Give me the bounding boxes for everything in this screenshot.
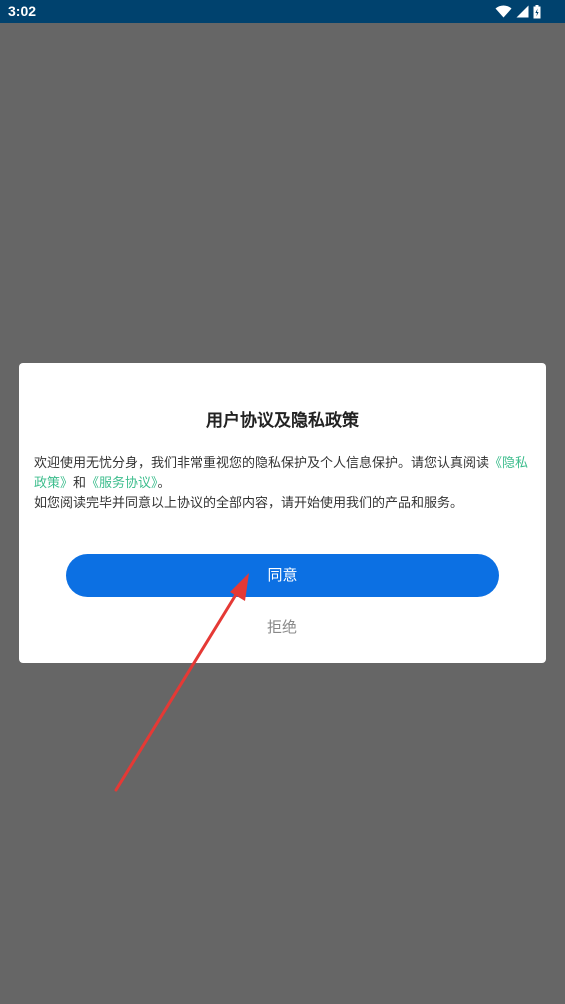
- cellular-signal-icon: [516, 5, 529, 18]
- dialog-title: 用户协议及隐私政策: [206, 411, 359, 431]
- body-second-paragraph: 如您阅读完毕并同意以上协议的全部内容，请开始使用我们的产品和服务。: [34, 496, 464, 511]
- service-agreement-link[interactable]: 《服务协议》: [86, 476, 158, 491]
- dialog-body: 欢迎使用无忧分身，我们非常重视您的隐私保护及个人信息保护。请您认真阅读《隐私政策…: [34, 454, 534, 514]
- battery-icon: [533, 4, 541, 18]
- body-text: 欢迎使用无忧分身，我们非常重视您的隐私保护及个人信息保护。请您认真阅读: [34, 456, 490, 471]
- privacy-dialog: 用户协议及隐私政策 欢迎使用无忧分身，我们非常重视您的隐私保护及个人信息保护。请…: [19, 363, 546, 663]
- agree-button[interactable]: 同意: [66, 554, 499, 597]
- status-time: 3:02: [8, 3, 37, 19]
- status-bar: 3:02: [0, 0, 565, 23]
- body-period: 。: [157, 476, 171, 491]
- body-conjunction: 和: [73, 476, 87, 491]
- reject-button[interactable]: 拒绝: [232, 613, 332, 641]
- status-icons: [495, 4, 541, 19]
- wifi-icon: [495, 5, 512, 18]
